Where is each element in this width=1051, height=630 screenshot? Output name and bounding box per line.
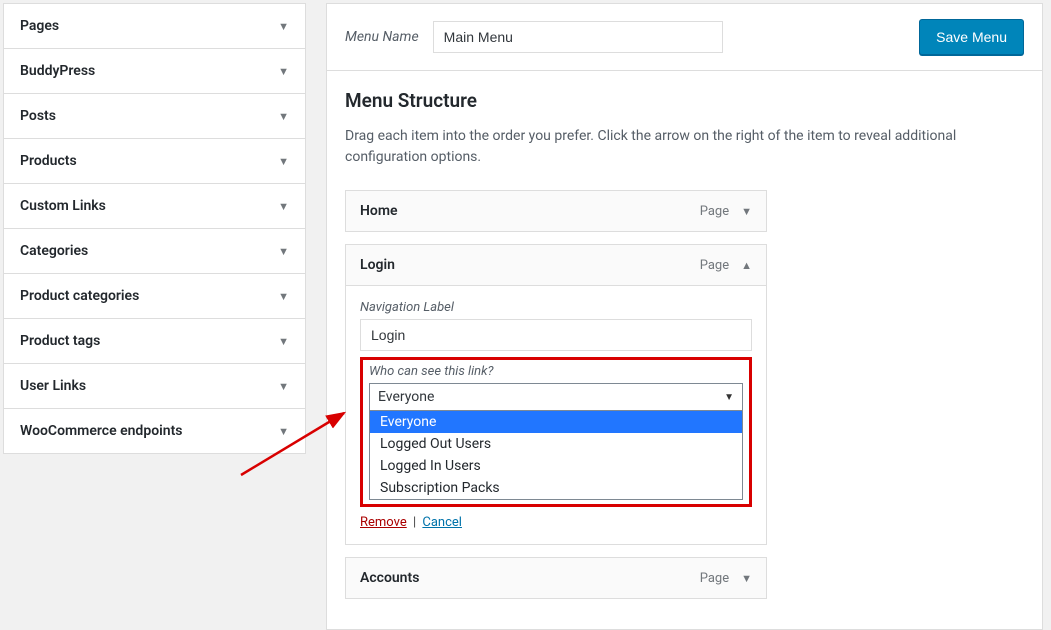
menu-item-login[interactable]: Login Page ▲ Navigation Label Who can se… xyxy=(345,244,767,545)
menu-item-title: Accounts xyxy=(360,570,419,586)
visibility-selected-value: Everyone xyxy=(378,389,434,405)
accordion-section-buddypress[interactable]: BuddyPress ▼ xyxy=(4,49,305,94)
menu-edit-panel: Menu Name Save Menu Menu Structure Drag … xyxy=(326,3,1043,630)
accordion-section-pages[interactable]: Pages ▼ xyxy=(4,4,305,49)
accordion-label: WooCommerce endpoints xyxy=(20,423,182,439)
visibility-select[interactable]: Everyone ▼ xyxy=(369,383,743,411)
visibility-dropdown: Everyone Logged Out Users Logged In User… xyxy=(369,411,743,500)
menu-item-header[interactable]: Home Page ▼ xyxy=(346,191,766,231)
menu-name-label: Menu Name xyxy=(345,29,419,45)
chevron-down-icon: ▼ xyxy=(278,245,289,258)
navigation-label-input[interactable] xyxy=(360,319,752,351)
menu-name-input[interactable] xyxy=(433,21,723,53)
menu-structure-description: Drag each item into the order you prefer… xyxy=(345,126,1024,168)
separator: | xyxy=(413,515,416,530)
chevron-down-icon[interactable]: ▼ xyxy=(741,572,752,585)
menu-item-type: Page xyxy=(700,571,729,586)
accordion-label: Products xyxy=(20,153,77,169)
visibility-option-logged-in[interactable]: Logged In Users xyxy=(370,455,742,477)
remove-link[interactable]: Remove xyxy=(360,515,407,530)
save-menu-button[interactable]: Save Menu xyxy=(919,19,1024,55)
accordion-label: Product tags xyxy=(20,333,100,349)
chevron-down-icon: ▼ xyxy=(724,392,734,403)
menu-item-header[interactable]: Accounts Page ▼ xyxy=(346,558,766,598)
visibility-option-logged-out[interactable]: Logged Out Users xyxy=(370,433,742,455)
chevron-down-icon: ▼ xyxy=(278,65,289,78)
highlight-annotation: Who can see this link? Everyone ▼ Everyo… xyxy=(360,357,752,507)
accordion-section-posts[interactable]: Posts ▼ xyxy=(4,94,305,139)
accordion-label: Categories xyxy=(20,243,88,259)
menu-item-actions: Remove | Cancel xyxy=(360,515,752,530)
navigation-label-caption: Navigation Label xyxy=(360,300,752,315)
chevron-down-icon: ▼ xyxy=(278,110,289,123)
chevron-down-icon: ▼ xyxy=(278,20,289,33)
chevron-down-icon: ▼ xyxy=(278,290,289,303)
menu-item-type: Page xyxy=(700,204,729,219)
chevron-down-icon: ▼ xyxy=(278,200,289,213)
chevron-down-icon: ▼ xyxy=(278,425,289,438)
menu-structure-title: Menu Structure xyxy=(345,89,1024,112)
accordion-section-categories[interactable]: Categories ▼ xyxy=(4,229,305,274)
accordion-label: User Links xyxy=(20,378,86,394)
cancel-link[interactable]: Cancel xyxy=(422,515,462,530)
visibility-option-everyone[interactable]: Everyone xyxy=(370,411,742,433)
accordion-section-user-links[interactable]: User Links ▼ xyxy=(4,364,305,409)
menu-item-title: Home xyxy=(360,203,398,219)
accordion-section-product-categories[interactable]: Product categories ▼ xyxy=(4,274,305,319)
visibility-label: Who can see this link? xyxy=(369,364,743,379)
accordion-section-custom-links[interactable]: Custom Links ▼ xyxy=(4,184,305,229)
accordion-label: Posts xyxy=(20,108,56,124)
menu-item-header[interactable]: Login Page ▲ xyxy=(346,245,766,286)
accordion-label: Pages xyxy=(20,18,59,34)
menu-items-list: Home Page ▼ Login Page ▲ Navigation Labe… xyxy=(345,190,767,599)
accordion-section-product-tags[interactable]: Product tags ▼ xyxy=(4,319,305,364)
menu-body: Menu Structure Drag each item into the o… xyxy=(326,71,1043,630)
chevron-down-icon: ▼ xyxy=(278,335,289,348)
chevron-down-icon: ▼ xyxy=(278,380,289,393)
accordion-label: Product categories xyxy=(20,288,139,304)
menu-item-title: Login xyxy=(360,257,395,273)
add-items-accordion: Pages ▼ BuddyPress ▼ Posts ▼ Products ▼ … xyxy=(3,3,306,454)
chevron-up-icon[interactable]: ▲ xyxy=(741,259,752,272)
accordion-section-products[interactable]: Products ▼ xyxy=(4,139,305,184)
chevron-down-icon: ▼ xyxy=(278,155,289,168)
menu-item-accounts[interactable]: Accounts Page ▼ xyxy=(345,557,767,599)
visibility-option-subscription-packs[interactable]: Subscription Packs xyxy=(370,477,742,499)
menu-item-type: Page xyxy=(700,258,729,273)
accordion-section-woocommerce-endpoints[interactable]: WooCommerce endpoints ▼ xyxy=(4,409,305,453)
menu-item-home[interactable]: Home Page ▼ xyxy=(345,190,767,232)
menu-item-settings: Navigation Label Who can see this link? … xyxy=(346,286,766,544)
accordion-label: BuddyPress xyxy=(20,63,95,79)
accordion-label: Custom Links xyxy=(20,198,106,214)
menu-header: Menu Name Save Menu xyxy=(326,3,1043,71)
chevron-down-icon[interactable]: ▼ xyxy=(741,205,752,218)
